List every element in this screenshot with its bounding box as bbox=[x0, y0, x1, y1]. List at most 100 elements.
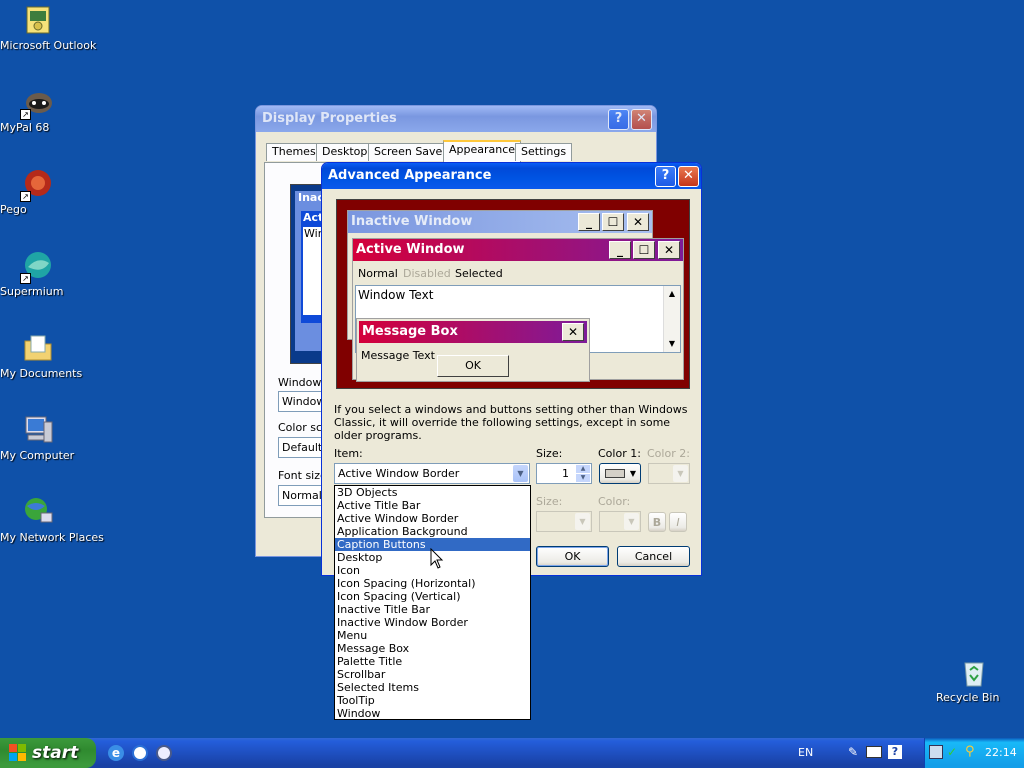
title-bar[interactable]: Display Properties ? ✕ bbox=[256, 106, 656, 132]
dropdown-item[interactable]: ToolTip bbox=[335, 694, 530, 707]
preview-scrollbar: ▲ ▼ bbox=[663, 286, 680, 352]
desktop-icon-label: MyPal 68 bbox=[0, 121, 50, 134]
tab-screen-saver[interactable]: Screen Saver bbox=[368, 143, 453, 161]
size-label: Size: bbox=[536, 447, 563, 460]
dropdown-item[interactable]: Icon Spacing (Vertical) bbox=[335, 590, 530, 603]
ie-icon[interactable]: e bbox=[108, 745, 124, 761]
preview-area[interactable]: Inactive Window _ ☐ ✕ Active Window _ ☐ … bbox=[336, 199, 690, 389]
desktop-icon-label: Pego bbox=[0, 203, 27, 216]
dropdown-item[interactable]: Active Window Border bbox=[335, 512, 530, 525]
network-icon bbox=[22, 496, 54, 528]
font-color-button: ▼ bbox=[599, 511, 641, 532]
dropdown-item[interactable]: Message Box bbox=[335, 642, 530, 655]
desktop-icon-label: My Computer bbox=[0, 449, 75, 462]
supermium-icon: ↗ bbox=[20, 250, 54, 284]
scroll-down-icon: ▼ bbox=[668, 339, 676, 348]
start-label: start bbox=[32, 743, 79, 763]
dropdown-item[interactable]: Window bbox=[335, 707, 530, 720]
windows-buttons-label: Windows bbox=[278, 376, 328, 389]
title-bar[interactable]: Advanced Appearance ? ✕ bbox=[322, 163, 701, 189]
dropdown-item[interactable]: Menu bbox=[335, 629, 530, 642]
network-status-icon[interactable] bbox=[929, 745, 943, 759]
desktop-icon-mypal[interactable]: ↗ MyPal 68 bbox=[0, 86, 76, 134]
size-value: 1 bbox=[562, 467, 569, 480]
color1-button[interactable]: ▼ bbox=[599, 463, 641, 484]
tab-desktop[interactable]: Desktop bbox=[316, 143, 374, 161]
dropdown-item[interactable]: Active Title Bar bbox=[335, 499, 530, 512]
dropdown-item[interactable]: Application Background bbox=[335, 525, 530, 538]
close-button[interactable]: ✕ bbox=[631, 109, 652, 130]
help-button[interactable]: ? bbox=[608, 109, 629, 130]
windows-logo-icon bbox=[9, 744, 26, 761]
preview-message-box: Message Box ✕ Message Text OK bbox=[356, 318, 590, 382]
item-select-value: Active Window Border bbox=[338, 467, 460, 480]
preview-close-icon: ✕ bbox=[658, 241, 680, 259]
volume-icon[interactable]: ✓ bbox=[947, 745, 957, 759]
folder-icon bbox=[22, 332, 54, 364]
language-indicator[interactable]: EN bbox=[798, 746, 813, 759]
spin-up-icon[interactable]: ▲ bbox=[576, 465, 590, 473]
item-select[interactable]: Active Window Border ▼ bbox=[334, 463, 530, 484]
item-dropdown-list[interactable]: 3D Objects Active Title Bar Active Window … bbox=[334, 485, 531, 720]
size-spinner[interactable]: 1 ▲ ▼ bbox=[536, 463, 592, 484]
chevron-down-icon[interactable]: ▼ bbox=[513, 465, 528, 482]
desktop-icon-my-documents[interactable]: My Documents bbox=[0, 332, 82, 380]
chevron-down-icon: ▼ bbox=[624, 513, 639, 530]
tab-themes[interactable]: Themes bbox=[266, 143, 322, 161]
preview-inactive-title-text: Inactive Window bbox=[351, 214, 473, 229]
tab-settings[interactable]: Settings bbox=[515, 143, 573, 161]
desktop-icon-network-places[interactable]: My Network Places bbox=[0, 496, 104, 544]
font-size-select: ▼ bbox=[536, 511, 592, 532]
shortcut-arrow-icon: ↗ bbox=[20, 273, 31, 284]
preview-menu-disabled: Disabled bbox=[403, 267, 451, 280]
font-size-label: Size: bbox=[536, 495, 563, 508]
desktop-icon-supermium[interactable]: ↗ Supermium bbox=[0, 250, 76, 298]
desktop-icon-label: Microsoft Outlook bbox=[0, 39, 97, 52]
close-button[interactable]: ✕ bbox=[678, 166, 699, 187]
ok-button[interactable]: OK bbox=[536, 546, 609, 567]
desktop-icon-label: My Documents bbox=[0, 367, 83, 380]
search-icon[interactable]: ⚲ bbox=[965, 744, 975, 759]
keyboard-icon[interactable] bbox=[866, 746, 882, 758]
preview-window-text: Window Text bbox=[358, 288, 434, 302]
scroll-up-icon: ▲ bbox=[668, 289, 676, 298]
dropdown-item[interactable]: Inactive Title Bar bbox=[335, 603, 530, 616]
help-button[interactable]: ? bbox=[655, 166, 676, 187]
preview-msgbox-title: Message Box bbox=[359, 321, 587, 343]
media-icon[interactable] bbox=[156, 745, 172, 761]
cancel-button[interactable]: Cancel bbox=[617, 546, 690, 567]
preview-menu-selected: Selected bbox=[455, 267, 503, 280]
dropdown-item[interactable]: 3D Objects bbox=[335, 486, 530, 499]
font-size-select[interactable]: Normal bbox=[278, 485, 322, 506]
mouse-cursor-icon bbox=[430, 548, 444, 569]
preview-active-title-text: Active Window bbox=[356, 242, 465, 257]
desktop-icon-outlook[interactable]: Microsoft Outlook bbox=[0, 4, 96, 52]
dropdown-item[interactable]: Inactive Window Border bbox=[335, 616, 530, 629]
preview-message-text: Message Text bbox=[361, 349, 435, 362]
start-button[interactable]: start bbox=[0, 738, 96, 768]
desktop-icon-recycle-bin[interactable]: Recycle Bin bbox=[936, 656, 1012, 704]
browser-icon[interactable] bbox=[132, 745, 148, 761]
windows-buttons-select[interactable]: Window bbox=[278, 391, 325, 412]
dropdown-item[interactable]: Selected Items bbox=[335, 681, 530, 694]
pen-icon[interactable]: ✎ bbox=[848, 745, 862, 759]
clock[interactable]: 22:14 bbox=[985, 746, 1017, 759]
bold-button: B bbox=[648, 512, 666, 532]
system-tray: ✓ ⚲ 22:14 bbox=[924, 738, 1024, 768]
preview-maximize-icon: ☐ bbox=[633, 241, 655, 259]
desktop-icon-my-computer[interactable]: My Computer bbox=[0, 414, 76, 462]
spin-down-icon[interactable]: ▼ bbox=[576, 474, 590, 482]
preview-ok-button: OK bbox=[437, 355, 509, 377]
desktop-icon-pego[interactable]: ↗ Pego bbox=[0, 168, 76, 216]
italic-button: I bbox=[669, 512, 687, 532]
dropdown-item[interactable]: Icon Spacing (Horizontal) bbox=[335, 577, 530, 590]
dropdown-item[interactable]: Palette Title bbox=[335, 655, 530, 668]
dropdown-item[interactable]: Scrollbar bbox=[335, 668, 530, 681]
preview-minimize-icon: _ bbox=[609, 241, 631, 259]
color-scheme-select[interactable]: Default bbox=[278, 437, 322, 458]
tab-appearance[interactable]: Appearance bbox=[443, 140, 522, 162]
chevron-down-icon: ▼ bbox=[629, 469, 636, 478]
color2-button: ▼ bbox=[648, 463, 690, 484]
help-icon[interactable]: ? bbox=[888, 745, 902, 759]
mypal-icon: ↗ bbox=[20, 86, 54, 120]
